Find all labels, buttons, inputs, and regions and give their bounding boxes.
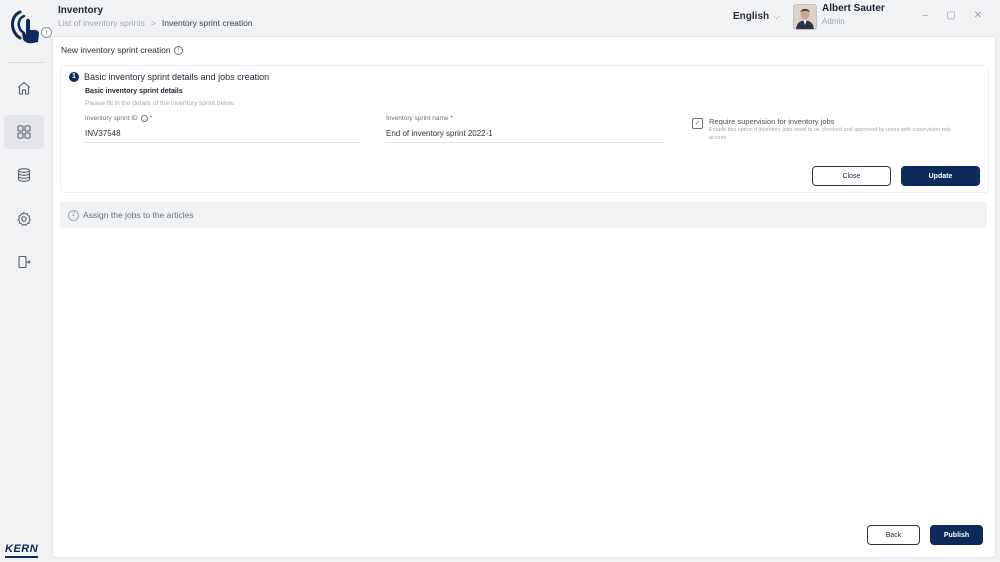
language-label: English xyxy=(733,11,770,22)
close-button[interactable]: Close xyxy=(812,166,891,186)
step1-number-badge: 1 xyxy=(69,72,79,82)
breadcrumb: List of inventory sprints > Inventory spri… xyxy=(58,18,253,28)
sidebar-collapse-toggle[interactable]: › xyxy=(41,27,52,38)
step1-hint: Please fill in the details of the invent… xyxy=(85,100,236,107)
nav-item-database[interactable] xyxy=(4,158,44,192)
page-title: New inventory sprint creation i xyxy=(61,45,183,56)
close-window-icon[interactable]: ✕ xyxy=(971,9,985,23)
app-logo xyxy=(6,6,46,46)
maximize-icon[interactable]: ▢ xyxy=(944,9,958,23)
gear-icon xyxy=(17,212,31,226)
sidebar-divider xyxy=(8,62,44,63)
nav-item-logout[interactable] xyxy=(4,245,44,279)
minimize-icon[interactable]: – xyxy=(918,9,932,23)
breadcrumb-link-sprint-list[interactable]: List of inventory sprints xyxy=(58,18,145,28)
brand-logo-kern: KERN xyxy=(5,544,39,558)
database-icon xyxy=(17,168,31,182)
nav-item-dashboard[interactable] xyxy=(4,115,44,149)
sprint-name-field[interactable] xyxy=(386,129,664,143)
supervision-label: Require supervision for inventory jobs xyxy=(709,117,835,126)
avatar[interactable] xyxy=(793,4,817,30)
back-button[interactable]: Back xyxy=(867,525,920,545)
user-name: Albert Sauter xyxy=(822,3,885,14)
sprint-id-field[interactable] xyxy=(85,129,361,143)
required-marker: * xyxy=(450,115,453,122)
chevron-down-icon: ⌵ xyxy=(773,11,780,21)
page-title-text: New inventory sprint creation xyxy=(61,45,171,55)
step1-title[interactable]: Basic inventory sprint details and jobs … xyxy=(84,72,269,82)
sprint-id-label: Inventory sprint ID i * xyxy=(85,115,152,123)
step2-section[interactable]: 2 Assign the jobs to the articles xyxy=(60,202,987,228)
home-icon xyxy=(17,81,31,95)
info-icon[interactable]: i xyxy=(173,46,183,56)
breadcrumb-separator-icon: > xyxy=(150,18,156,28)
breadcrumb-current: Inventory sprint creation xyxy=(161,18,253,28)
update-button[interactable]: Update xyxy=(901,166,980,186)
sprint-id-info-icon[interactable]: i xyxy=(140,115,148,122)
grid-icon xyxy=(17,125,31,139)
main-panel: New inventory sprint creation i 1 Basic i… xyxy=(52,36,996,558)
sidebar: › KERN xyxy=(0,0,52,562)
supervision-checkbox[interactable]: ✓ xyxy=(692,118,703,129)
nav-item-home[interactable] xyxy=(4,71,44,105)
step1-card: 1 Basic inventory sprint details and job… xyxy=(60,65,989,193)
step1-subtitle: Basic inventory sprint details xyxy=(85,88,183,95)
required-marker: * xyxy=(149,115,152,123)
nav-item-settings[interactable] xyxy=(4,202,44,236)
logout-icon xyxy=(18,255,31,269)
app-title: Inventory xyxy=(58,5,104,16)
user-role: Admin xyxy=(822,17,845,26)
sprint-name-label: Inventory sprint name * xyxy=(386,115,453,122)
app-header: Inventory List of inventory sprints > Inve… xyxy=(52,0,1000,36)
language-selector[interactable]: English ⌵ xyxy=(733,11,780,22)
step2-number-badge: 2 xyxy=(68,210,79,221)
supervision-description: Enable this option if inventory jobs nee… xyxy=(709,127,951,141)
step2-title: Assign the jobs to the articles xyxy=(83,210,194,220)
publish-button[interactable]: Publish xyxy=(930,525,983,545)
